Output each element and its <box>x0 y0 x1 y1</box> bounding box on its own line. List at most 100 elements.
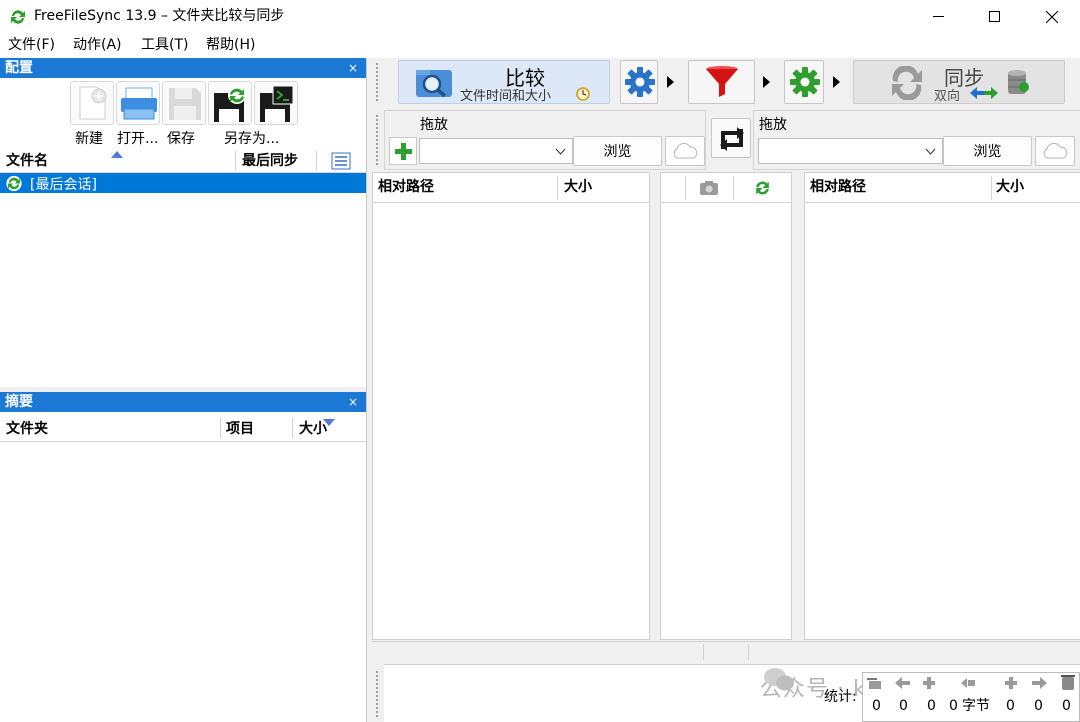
left-grid-header: 相对路径 大小 <box>373 173 649 203</box>
clock-icon <box>576 87 590 101</box>
menu-action[interactable]: 动作(A) <box>73 36 122 54</box>
stat-update-right-count: 0 <box>1034 698 1043 714</box>
left-folder-path-dropdown[interactable] <box>419 138 573 164</box>
left-file-grid[interactable]: 相对路径 大小 <box>372 172 650 640</box>
save-as-sync-button[interactable] <box>208 81 252 125</box>
add-folder-pair-button[interactable] <box>389 137 417 165</box>
config-panel: 新建 打开... 保存 另存为... 文件名 最后同步 [最后会话] <box>0 78 366 387</box>
sync-action-icon[interactable] <box>753 179 772 197</box>
freefilesync-app-icon <box>9 8 27 26</box>
stat-update-left-count: 0 <box>899 698 908 714</box>
sync-settings-dropdown[interactable] <box>833 76 840 88</box>
gear-green-icon <box>790 67 820 97</box>
config-item-label: [最后会话] <box>30 177 97 193</box>
config-list-item[interactable]: [最后会话] <box>0 173 366 193</box>
middle-action-grid[interactable] <box>660 172 792 640</box>
stat-delete-right-count: 0 <box>1062 698 1071 714</box>
compare-button[interactable]: 比较 文件时间和大小 <box>398 60 610 104</box>
left-browse-button[interactable]: 浏览 <box>573 136 662 166</box>
open-printer-icon <box>121 87 157 120</box>
compare-settings-button[interactable] <box>620 60 658 104</box>
right-grid-header: 相对路径 大小 <box>805 173 1080 203</box>
menu-help[interactable]: 帮助(H) <box>206 36 255 54</box>
config-panel-title: 配置 <box>5 60 33 76</box>
right-folder-path-dropdown[interactable] <box>758 138 943 164</box>
save-disk-icon <box>169 88 201 120</box>
compare-subtitle: 文件时间和大小 <box>460 89 552 104</box>
data-transfer-icon <box>961 678 975 688</box>
right-browse-button[interactable]: 浏览 <box>943 136 1032 166</box>
right-browse-label: 浏览 <box>973 144 1002 160</box>
camera-icon[interactable] <box>699 180 719 196</box>
save-config-label: 保存 <box>167 131 195 147</box>
config-panel-close-button[interactable]: × <box>348 58 358 78</box>
save-config-button[interactable] <box>162 81 206 125</box>
update-right-icon <box>1032 677 1047 689</box>
compare-magnifier-icon <box>416 70 452 98</box>
database-icon <box>1008 70 1029 94</box>
save-as-batch-icon <box>260 85 294 122</box>
gear-blue-icon <box>625 67 655 97</box>
open-config-button[interactable] <box>116 81 160 125</box>
right-cloud-button[interactable] <box>1035 136 1075 166</box>
delete-right-icon <box>1061 675 1075 690</box>
sort-ascending-icon <box>111 151 123 158</box>
stat-data-bytes-count: 0 <box>949 698 958 714</box>
column-last-sync[interactable]: 最后同步 <box>242 149 298 173</box>
left-browse-label: 浏览 <box>603 144 632 160</box>
right-column-path[interactable]: 相对路径 <box>810 173 866 202</box>
close-icon <box>1046 10 1058 23</box>
summary-panel-close-button[interactable]: × <box>348 392 358 412</box>
filter-button[interactable] <box>688 60 755 104</box>
menu-file[interactable]: 文件(F) <box>8 36 55 54</box>
compare-settings-dropdown[interactable] <box>667 76 674 88</box>
stats-grip[interactable] <box>375 670 379 718</box>
filter-dropdown[interactable] <box>763 76 770 88</box>
window-title: FreeFileSync 13.9 – 文件夹比较与同步 <box>34 8 285 24</box>
folder-row-grip[interactable] <box>375 114 379 166</box>
left-column-size[interactable]: 大小 <box>564 173 592 202</box>
save-as-label: 另存为... <box>224 131 280 147</box>
middle-grid-header <box>661 173 791 203</box>
summary-panel-header: 摘要 × <box>0 392 366 412</box>
maximize-button[interactable] <box>970 0 1018 33</box>
right-file-grid[interactable]: 相对路径 大小 <box>804 172 1080 640</box>
right-drop-label: 拖放 <box>759 117 787 133</box>
right-folder-panel: 拖放 浏览 <box>753 110 1080 170</box>
summary-list-header: 文件夹 项目 大小 <box>0 416 366 442</box>
new-config-button[interactable] <box>70 81 114 125</box>
column-list-icon[interactable] <box>331 152 351 170</box>
chevron-down-icon <box>925 148 936 155</box>
config-panel-header: 配置 × <box>0 58 366 78</box>
sync-subtitle: 双向 <box>934 89 961 104</box>
stat-bytes-unit: 字节 <box>962 698 990 714</box>
plus-icon <box>395 143 412 160</box>
create-right-icon <box>1005 677 1017 689</box>
menu-bar: 文件(F) 动作(A) 工具(T) 帮助(H) <box>0 33 1080 58</box>
left-cloud-button[interactable] <box>665 136 705 166</box>
title-bar: FreeFileSync 13.9 – 文件夹比较与同步 <box>0 0 1080 33</box>
save-as-batch-button[interactable] <box>254 81 298 125</box>
summary-panel-title: 摘要 <box>5 394 33 410</box>
left-drop-label: 拖放 <box>420 117 448 133</box>
two-way-arrow-icon <box>970 87 998 99</box>
sync-session-icon <box>6 175 22 192</box>
minimize-button[interactable] <box>914 0 962 33</box>
cloud-icon <box>673 143 698 159</box>
menu-tools[interactable]: 工具(T) <box>141 36 188 54</box>
stat-create-right-count: 0 <box>1006 698 1015 714</box>
left-column-path[interactable]: 相对路径 <box>378 173 434 202</box>
close-button[interactable] <box>1028 0 1076 33</box>
create-left-icon <box>923 677 935 689</box>
column-file-name[interactable]: 文件名 <box>6 149 48 173</box>
filter-funnel-icon <box>706 66 738 97</box>
column-items[interactable]: 项目 <box>226 416 254 442</box>
column-folder[interactable]: 文件夹 <box>6 416 48 442</box>
swap-sides-button[interactable] <box>711 118 751 158</box>
sync-button[interactable]: 同步 双向 <box>853 60 1065 104</box>
right-column-size[interactable]: 大小 <box>996 173 1024 202</box>
sort-descending-icon <box>323 419 335 426</box>
open-config-label: 打开... <box>117 131 159 147</box>
stat-create-left-count: 0 <box>927 698 936 714</box>
sync-settings-button[interactable] <box>784 60 824 104</box>
